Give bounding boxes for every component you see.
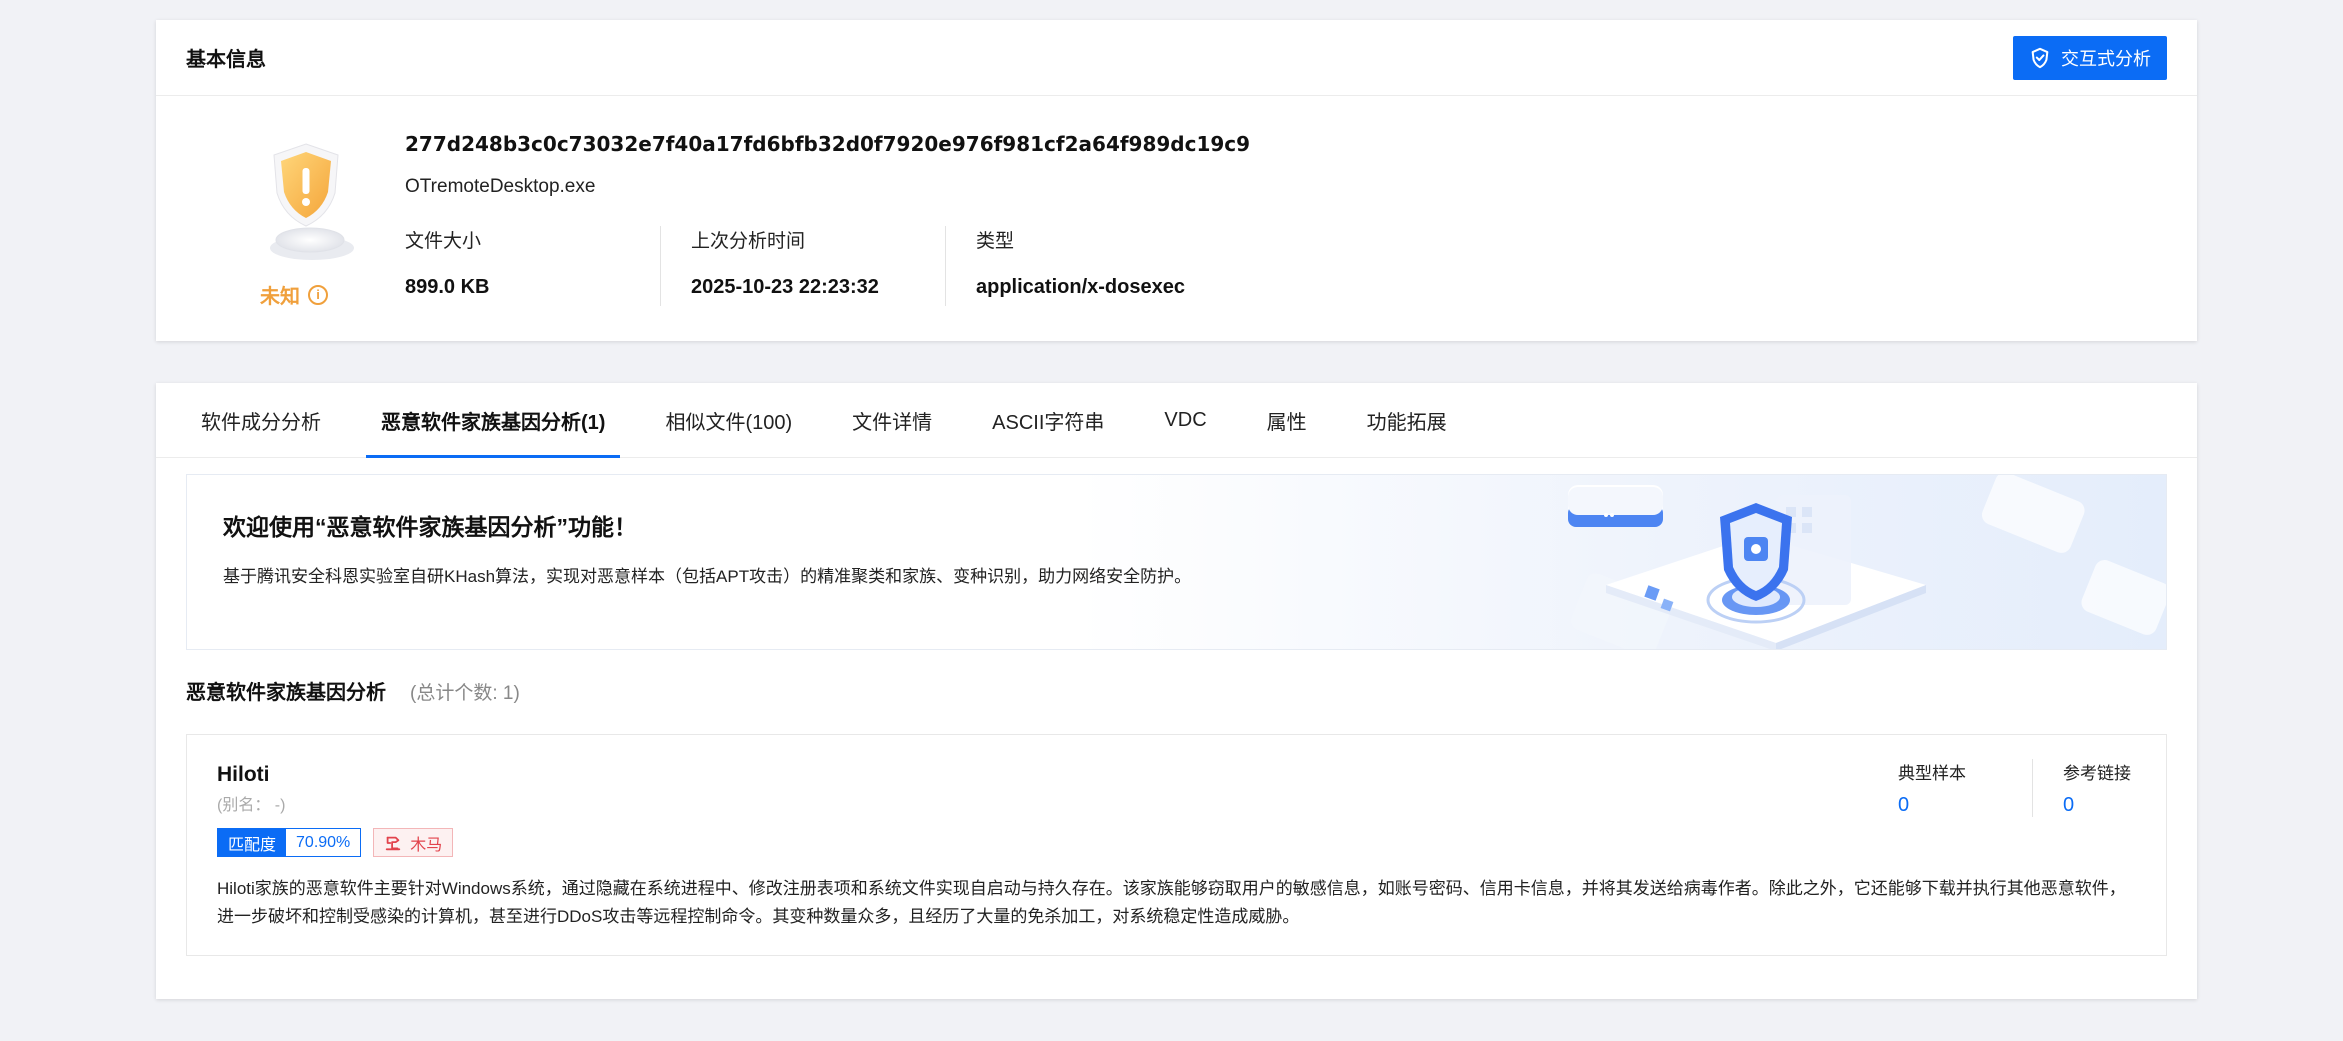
- tab-label: 软件成分分析: [201, 411, 321, 434]
- trojan-type-tag: 木马: [373, 828, 454, 857]
- family-stats: 典型样本 0 参考链接 0: [1898, 759, 2136, 817]
- meta-last-analysis: 上次分析时间 2025-10-23 22:23:32: [660, 226, 945, 306]
- family-section-count: (总计个数: 1): [410, 683, 520, 704]
- basic-info-card: 基本信息 交互式分析 未知 i 277d248b3c0c73032e7f40a1…: [156, 20, 2197, 341]
- match-score-tag: 匹配度 70.90%: [217, 828, 362, 857]
- banner-illustration: [1568, 475, 2166, 649]
- stat-value-link[interactable]: 0: [2063, 794, 2136, 817]
- tab-malware-family-gene[interactable]: 恶意软件家族基因分析(1): [366, 383, 621, 458]
- family-alias: (别名： -): [217, 797, 286, 814]
- meta-value: application/x-dosexec: [976, 276, 1185, 298]
- file-hash: 277d248b3c0c73032e7f40a17fd6bfb32d0f7920…: [405, 132, 1251, 156]
- tab-bar: 软件成分分析 恶意软件家族基因分析(1) 相似文件(100) 文件详情 ASCI…: [156, 383, 2197, 458]
- verdict-status: 未知 i: [260, 280, 328, 309]
- trojan-type-label: 木马: [410, 836, 443, 854]
- tab-label: 功能拓展: [1366, 411, 1447, 434]
- tab-vdc[interactable]: VDC: [1149, 383, 1221, 457]
- meta-value: 899.0 KB: [405, 276, 490, 298]
- stat-label: 典型样本: [1898, 764, 1966, 783]
- meta-type: 类型 application/x-dosexec: [945, 226, 1215, 306]
- info-icon[interactable]: i: [308, 284, 328, 305]
- analysis-card: 软件成分分析 恶意软件家族基因分析(1) 相似文件(100) 文件详情 ASCI…: [156, 383, 2197, 999]
- trojan-horse-icon: [386, 836, 401, 850]
- shield-check-icon: [2031, 47, 2049, 68]
- stat-reference-links: 参考链接 0: [2032, 759, 2136, 817]
- interactive-analysis-label: 交互式分析: [2061, 48, 2151, 69]
- match-score-label: 匹配度: [218, 829, 287, 856]
- tab-label: 属性: [1266, 411, 1307, 434]
- tab-similar-files[interactable]: 相似文件(100): [650, 383, 807, 457]
- tab-file-details[interactable]: 文件详情: [837, 383, 947, 457]
- meta-label: 文件大小: [405, 231, 482, 252]
- family-card: Hiloti (别名： -) 匹配度 70.90% 木马 典型样本 0 参考链接…: [186, 734, 2167, 956]
- stat-typical-samples: 典型样本 0: [1898, 759, 2002, 817]
- tab-software-composition[interactable]: 软件成分分析: [186, 383, 336, 457]
- welcome-banner: 欢迎使用“恶意软件家族基因分析”功能！ 基于腾讯安全科恩实验室自研KHash算法…: [186, 474, 2167, 650]
- tab-ascii-strings[interactable]: ASCII字符串: [977, 383, 1119, 457]
- family-name: Hiloti: [217, 763, 270, 786]
- meta-label: 类型: [976, 231, 1015, 252]
- family-section-title: 恶意软件家族基因分析: [186, 682, 386, 704]
- tab-attributes[interactable]: 属性: [1252, 383, 1322, 457]
- tab-label: VDC: [1164, 408, 1207, 431]
- tab-label: 相似文件(100): [665, 411, 793, 434]
- tab-extensions[interactable]: 功能拓展: [1352, 383, 1462, 457]
- verdict-label: 未知: [260, 286, 300, 308]
- tab-label: 文件详情: [852, 411, 933, 434]
- meta-label: 上次分析时间: [691, 231, 806, 252]
- meta-file-size: 文件大小 899.0 KB: [405, 226, 660, 306]
- banner-title: 欢迎使用“恶意软件家族基因分析”功能！: [223, 514, 637, 540]
- basic-info-header: 基本信息 交互式分析: [156, 20, 2197, 96]
- meta-value: 2025-10-23 22:23:32: [691, 276, 879, 298]
- tab-label: 恶意软件家族基因分析(1): [381, 411, 606, 434]
- file-name: OTremoteDesktop.exe: [405, 176, 596, 197]
- family-section-header: 恶意软件家族基因分析 (总计个数: 1): [186, 676, 520, 705]
- basic-info-body: 未知 i 277d248b3c0c73032e7f40a17fd6bfb32d0…: [156, 96, 2197, 341]
- tab-label: ASCII字符串: [992, 411, 1105, 434]
- file-meta: 文件大小 899.0 KB 上次分析时间 2025-10-23 22:23:32…: [405, 226, 1215, 306]
- unknown-shield-icon: [254, 138, 364, 263]
- family-description: Hiloti家族的恶意软件主要针对Windows系统，通过隐藏在系统进程中、修改…: [217, 879, 2126, 926]
- interactive-analysis-button[interactable]: 交互式分析: [2013, 35, 2167, 80]
- family-tags: 匹配度 70.90% 木马: [217, 828, 454, 857]
- banner-description: 基于腾讯安全科恩实验室自研KHash算法，实现对恶意样本（包括APT攻击）的精准…: [223, 567, 1192, 586]
- stat-value-link[interactable]: 0: [1898, 794, 2002, 817]
- stat-label: 参考链接: [2063, 764, 2131, 783]
- basic-info-title: 基本信息: [186, 49, 266, 71]
- match-score-value: 70.90%: [296, 833, 351, 851]
